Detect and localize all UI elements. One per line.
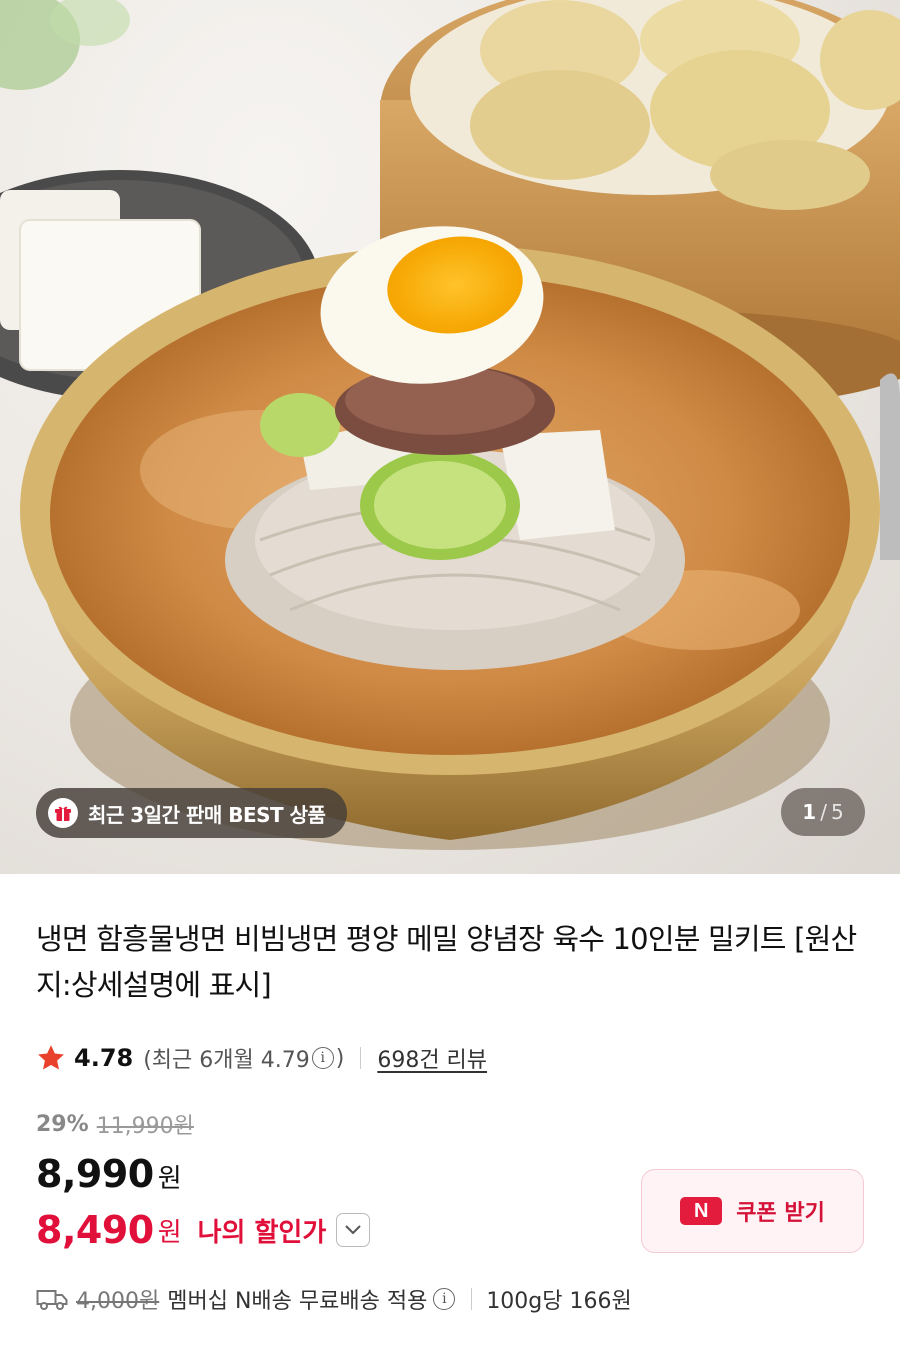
my-price-label: 나의 할인가 [197, 1217, 327, 1248]
star-icon [38, 1045, 64, 1070]
recent-rating-text: (최근 6개월 4.79 [143, 1048, 310, 1073]
product-title: 냉면 함흥물냉면 비빔냉면 평양 메밀 양념장 육수 10인분 밀키트 [원산지… [36, 922, 857, 1002]
chevron-down-icon[interactable] [336, 1213, 371, 1247]
shipping-fee: 4,000원 [76, 1289, 160, 1314]
sale-price-unit: 원 [157, 1164, 182, 1194]
unit-price: 100g당 166원 [486, 1289, 632, 1314]
original-price: 11,990원 [96, 1114, 194, 1139]
best-seller-label: 최근 3일간 판매 BEST 상품 [88, 802, 326, 827]
coupon-button-label: 쿠폰 받기 [736, 1201, 825, 1226]
info-icon[interactable]: i [311, 1047, 334, 1069]
shipping-text: 멤버십 N배송 무료배송 적용 [167, 1289, 428, 1314]
my-discount-price: 8,490 원 나의 할인가 [36, 1208, 371, 1252]
review-count-link[interactable]: 698건 리뷰 [377, 1042, 487, 1074]
sale-price: 8,990 원 [36, 1152, 182, 1196]
divider [360, 1047, 362, 1069]
recent-rating-close: ) [335, 1045, 345, 1071]
discount-row: 29% 11,990원 [36, 1108, 194, 1140]
best-seller-badge: 최근 3일간 판매 BEST 상품 [36, 788, 348, 838]
pager-current: 1 [802, 800, 817, 824]
pager-separator: / [820, 800, 827, 824]
my-price-amount: 8,490 [36, 1208, 154, 1252]
gift-icon [48, 798, 78, 828]
product-image-carousel[interactable]: 최근 3일간 판매 BEST 상품 1 / 5 [0, 0, 900, 874]
divider [471, 1288, 473, 1310]
rating-row: 4.78 (최근 6개월 4.79 i ) 698건 리뷰 [36, 1040, 487, 1076]
product-photo [0, 0, 900, 850]
shipping-info-icon[interactable]: i [433, 1288, 456, 1310]
coupon-button[interactable]: N 쿠폰 받기 [641, 1169, 864, 1253]
sale-price-amount: 8,990 [36, 1152, 154, 1196]
naver-n-icon: N [680, 1197, 723, 1225]
rating-score: 4.78 [74, 1044, 134, 1072]
image-pager: 1 / 5 [781, 788, 865, 836]
shipping-row: 4,000원 멤버십 N배송 무료배송 적용 i 100g당 166원 [36, 1282, 632, 1316]
truck-icon [36, 1290, 68, 1310]
my-price-unit: 원 [157, 1217, 182, 1248]
pager-total: 5 [830, 800, 844, 824]
recent-rating: (최근 6개월 4.79 i ) [143, 1042, 344, 1074]
discount-rate: 29% [36, 1111, 89, 1137]
